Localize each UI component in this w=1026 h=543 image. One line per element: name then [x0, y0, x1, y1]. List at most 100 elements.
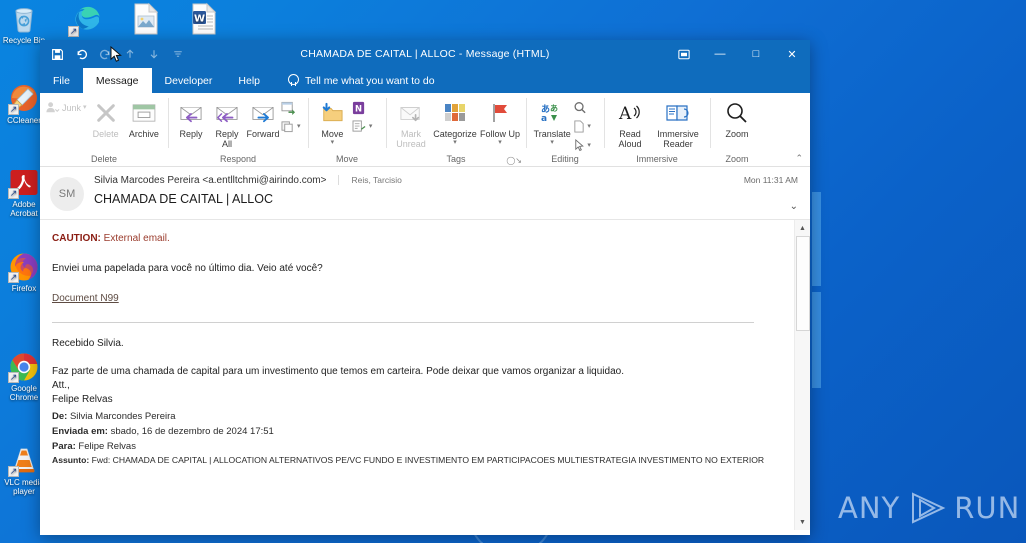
- ribbon-button-label: Reply All: [215, 129, 239, 149]
- attachment-link-row: Document N99: [52, 45, 776, 306]
- scroll-up-button[interactable]: ▲: [795, 220, 811, 236]
- shortcut-arrow-icon: ↗: [8, 272, 19, 283]
- tab-help[interactable]: Help: [225, 68, 273, 93]
- ribbon-button-mark-unread[interactable]: Mark Unread: [391, 96, 431, 149]
- reply-all-icon: [210, 98, 244, 128]
- ribbon-button-onenote[interactable]: N: [352, 99, 381, 116]
- next-item-button[interactable]: [146, 47, 161, 62]
- quoted-line-subject: Assunto: Fwd: CHAMADA DE CAPITAL | ALLOC…: [52, 454, 776, 467]
- quoted-value: Silvia Marcondes Pereira: [69, 411, 176, 422]
- ribbon-move-overflow: N ▾: [352, 96, 381, 135]
- wallpaper-stripe-lower: [812, 292, 821, 388]
- quoted-label: De:: [52, 411, 68, 422]
- ribbon-group-delete: Junk ▾ Delete Archive Delete: [40, 93, 168, 166]
- ribbon-button-find[interactable]: [573, 99, 599, 116]
- ribbon-button-reply-all[interactable]: Reply All: [209, 96, 245, 149]
- quoted-label: Para:: [52, 441, 76, 452]
- save-button[interactable]: [50, 47, 65, 62]
- ribbon-button-rules[interactable]: ▾: [352, 118, 381, 135]
- categorize-icon: [438, 98, 472, 128]
- message-body[interactable]: CAUTION: External email. Enviei uma pape…: [40, 45, 794, 530]
- ribbon-group-title: Zoom: [725, 154, 749, 164]
- body-intro-paragraph: Enviei uma papelada para você no último …: [52, 263, 323, 274]
- recipient-list[interactable]: Reis, Tarcisio: [338, 175, 402, 185]
- tell-me-search[interactable]: Tell me what you want to do: [273, 68, 435, 93]
- close-button[interactable]: ✕: [774, 40, 810, 68]
- chevron-down-icon[interactable]: ▾: [453, 139, 457, 146]
- scrollbar-thumb[interactable]: [795, 236, 810, 331]
- undo-button[interactable]: [74, 47, 89, 62]
- wallpaper-stripe-upper: [812, 192, 821, 286]
- body-divider: [52, 322, 755, 323]
- ribbon-button-page[interactable]: ▾: [573, 118, 599, 135]
- tab-message[interactable]: Message: [82, 68, 152, 93]
- ribbon-button-read-aloud[interactable]: A Read Aloud: [609, 96, 651, 149]
- lightbulb-icon: [287, 74, 300, 87]
- chrome-icon: ↗: [8, 352, 39, 383]
- ribbon-tab-strip: File Message Developer Help Tell me what…: [40, 68, 810, 93]
- edge-icon: ↗: [68, 2, 103, 37]
- ribbon-button-delete[interactable]: Delete: [87, 96, 125, 139]
- ribbon-button-select[interactable]: ▾: [573, 137, 599, 154]
- quoted-line-sent: Enviada em: sbado, 16 de dezembro de 202…: [52, 424, 776, 439]
- quick-access-toolbar: [40, 47, 185, 62]
- adobe-acrobat-icon: ↗: [8, 168, 39, 199]
- ribbon-button-forward[interactable]: Forward: [245, 96, 281, 139]
- minimize-button[interactable]: —: [702, 40, 738, 68]
- ribbon-button-translate[interactable]: ああa Translate ▾: [531, 96, 573, 146]
- shortcut-arrow-icon: ↗: [8, 188, 19, 199]
- image-file-icon: [131, 2, 161, 36]
- ribbon-button-immersive-reader[interactable]: Immersive Reader: [651, 96, 705, 149]
- redo-button[interactable]: [98, 47, 113, 62]
- move-folder-icon: [315, 98, 349, 128]
- document-link[interactable]: Document N99: [52, 292, 119, 306]
- desktop-icon-edge[interactable]: ↗: [64, 2, 108, 38]
- chevron-down-icon[interactable]: ▾: [498, 139, 502, 146]
- expand-header-chevron-icon[interactable]: ⌄: [790, 201, 798, 212]
- ribbon-group-immersive: A Read Aloud Immersive Reader Immersive: [604, 93, 710, 166]
- word-doc-icon: W: [189, 2, 219, 36]
- chevron-down-icon[interactable]: ▾: [550, 139, 554, 146]
- tags-dialog-launcher[interactable]: ◯↘: [506, 156, 522, 165]
- ribbon-button-move[interactable]: Move ▾: [313, 96, 352, 146]
- status-bar: [40, 530, 810, 535]
- ribbon-button-junk[interactable]: Junk ▾: [45, 96, 87, 116]
- collapse-ribbon-button[interactable]: ⌃: [795, 153, 803, 164]
- chevron-down-icon[interactable]: ▾: [587, 123, 591, 130]
- quoted-line-to: Para: Felipe Relvas: [52, 439, 776, 454]
- ribbon-button-more-respond[interactable]: ▾: [281, 118, 303, 135]
- chevron-down-icon[interactable]: ▾: [331, 139, 335, 146]
- reply-icon: [174, 98, 208, 128]
- chevron-down-icon[interactable]: ▾: [587, 142, 591, 149]
- desktop-icon-word-file[interactable]: W: [182, 2, 226, 38]
- ribbon-button-label: Categorize: [433, 129, 477, 139]
- ribbon-button-follow-up[interactable]: Follow Up ▾: [479, 96, 521, 146]
- previous-item-button[interactable]: [122, 47, 137, 62]
- maximize-button[interactable]: □: [738, 40, 774, 68]
- desktop-icon-image-file[interactable]: [124, 2, 168, 38]
- scrollbar-track[interactable]: [795, 236, 811, 514]
- tab-file[interactable]: File: [40, 68, 83, 93]
- tab-developer[interactable]: Developer: [152, 68, 226, 93]
- ribbon-group-title: Move: [335, 154, 358, 164]
- ribbon-button-meeting[interactable]: [281, 99, 303, 116]
- chevron-down-icon[interactable]: ▾: [369, 123, 373, 130]
- ribbon-button-categorize[interactable]: Categorize ▾: [431, 96, 479, 146]
- ribbon-button-label: Move: [321, 129, 344, 139]
- desktop-icon-recycle-bin[interactable]: Recycle Bin: [2, 4, 46, 45]
- ribbon-button-reply[interactable]: Reply: [173, 96, 209, 139]
- ribbon-button-label: Junk: [62, 102, 82, 113]
- chevron-down-icon[interactable]: ▾: [297, 123, 301, 130]
- ribbon-display-options-button[interactable]: [666, 40, 702, 68]
- ribbon-group-title: Editing: [551, 154, 579, 164]
- external-email-warning: CAUTION: External email.: [52, 232, 776, 246]
- ribbon-button-archive[interactable]: Archive: [125, 96, 163, 139]
- customize-qat-button[interactable]: [170, 47, 185, 62]
- ribbon-button-zoom[interactable]: Zoom: [715, 96, 759, 139]
- sender-name[interactable]: Silvia Marcodes Pereira <a.entlltchmi@ai…: [94, 175, 326, 186]
- recycle-bin-icon: [9, 4, 39, 34]
- scroll-down-button[interactable]: ▼: [795, 514, 811, 530]
- svg-text:a: a: [541, 114, 547, 124]
- body-vertical-scrollbar[interactable]: ▲ ▼: [794, 220, 810, 530]
- shortcut-arrow-icon: ↗: [8, 466, 19, 477]
